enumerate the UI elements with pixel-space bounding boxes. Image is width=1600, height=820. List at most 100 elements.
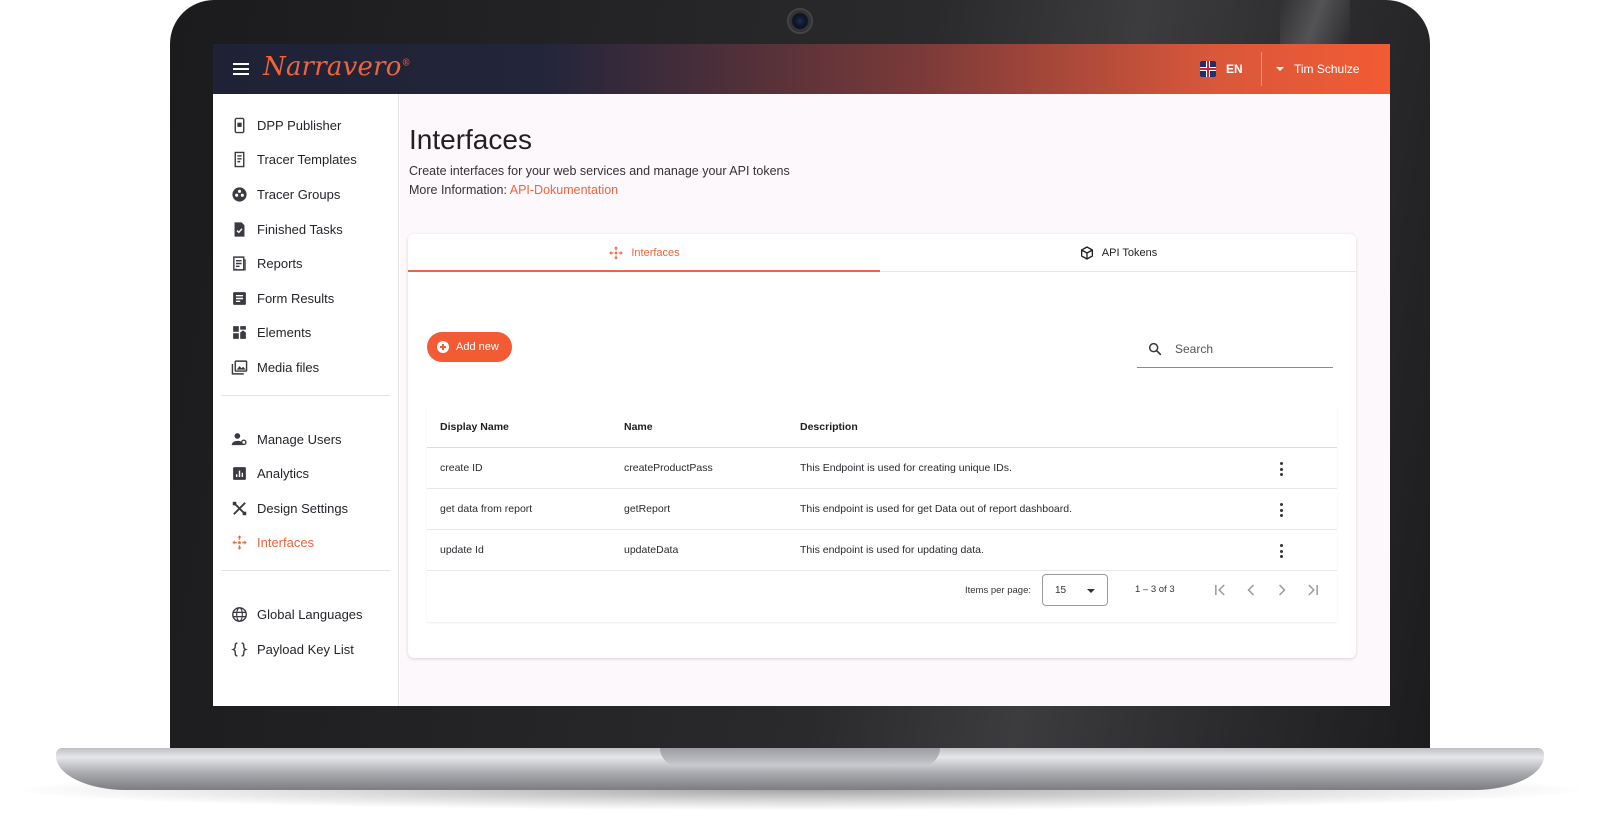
cell-display-name: update Id xyxy=(440,544,484,556)
task-check-icon xyxy=(234,221,245,237)
sidebar-item-media-files[interactable]: Media files xyxy=(213,350,398,385)
sidebar-group: Global Languages Payload Key List xyxy=(213,583,398,666)
tab-api-tokens-label: API Tokens xyxy=(1101,247,1158,259)
more-vert-icon[interactable] xyxy=(1272,460,1290,478)
form-icon xyxy=(233,291,246,305)
search-field xyxy=(1137,330,1333,368)
sidebar-item-dpp-publisher[interactable]: DPP Publisher xyxy=(213,108,398,143)
top-app-bar: Narravero® EN Tim Schulze xyxy=(213,44,1390,94)
sidebar-item-form-results[interactable]: Form Results xyxy=(213,281,398,316)
phone-icon xyxy=(234,117,245,134)
sidebar-item-label: DPP Publisher xyxy=(257,117,342,133)
interfaces-icon xyxy=(232,535,247,550)
table-header: Display Name Name Description xyxy=(427,406,1337,448)
tab-interfaces-label: Interfaces xyxy=(631,247,680,259)
cell-name: getReport xyxy=(624,503,671,515)
sidebar-item-global-languages[interactable]: Global Languages xyxy=(213,597,398,632)
tab-interfaces[interactable]: Interfaces xyxy=(408,234,880,272)
tab-api-tokens[interactable]: API Tokens xyxy=(880,234,1356,272)
laptop-mockup: Narravero® EN Tim Schulze DPP Publisher T… xyxy=(0,0,1600,820)
sidebar: DPP Publisher Tracer Templates Tracer Grou… xyxy=(213,94,399,706)
tab-bar: Interfaces API Tokens xyxy=(408,234,1356,272)
table-row[interactable]: get data from report getReport This endpoi… xyxy=(427,489,1337,530)
add-new-button[interactable]: Add new xyxy=(427,332,512,362)
sidebar-divider xyxy=(221,394,390,396)
menu-icon[interactable] xyxy=(229,57,253,81)
sidebar-item-label: Payload Key List xyxy=(257,641,354,657)
first-page-button[interactable] xyxy=(1210,580,1230,600)
sidebar-item-reports[interactable]: Reports xyxy=(213,246,398,281)
user-menu[interactable]: Tim Schulze xyxy=(1276,59,1360,79)
column-header-description[interactable]: Description xyxy=(800,406,858,447)
sidebar-item-manage-users[interactable]: Manage Users xyxy=(213,422,398,457)
items-per-page-value: 15 xyxy=(1055,585,1067,596)
sidebar-group: Manage Users Analytics Design Settings Inte… xyxy=(213,408,398,560)
more-vert-icon[interactable] xyxy=(1272,542,1290,560)
sidebar-item-label: Reports xyxy=(257,256,303,272)
search-input[interactable] xyxy=(1175,338,1325,360)
braces-icon xyxy=(231,641,248,657)
app-screen: Narravero® EN Tim Schulze DPP Publisher T… xyxy=(213,44,1390,706)
analytics-icon xyxy=(233,467,246,481)
chevron-right-icon xyxy=(1278,584,1286,596)
document-icon xyxy=(234,152,245,168)
language-code: EN xyxy=(1226,62,1243,76)
tools-icon xyxy=(232,501,247,515)
sidebar-item-payload-key-list[interactable]: Payload Key List xyxy=(213,632,398,667)
add-new-label: Add new xyxy=(456,341,499,353)
add-circle-icon xyxy=(437,341,449,353)
items-per-page-select[interactable]: 15 xyxy=(1042,574,1108,606)
active-tab-indicator xyxy=(408,270,880,272)
sidebar-item-label: Global Languages xyxy=(257,606,363,622)
paginator: Items per page: 15 1 – 3 of 3 xyxy=(427,574,1337,608)
sidebar-item-label: Tracer Groups xyxy=(257,186,341,202)
sidebar-item-finished-tasks[interactable]: Finished Tasks xyxy=(213,212,398,247)
dropdown-arrow-icon xyxy=(1087,589,1095,593)
topbar-divider xyxy=(1261,52,1262,86)
page-title: Interfaces xyxy=(409,124,532,155)
cube-icon xyxy=(1080,246,1093,260)
sidebar-item-label: Elements xyxy=(257,325,312,341)
next-page-button[interactable] xyxy=(1272,580,1292,600)
dashboard-icon xyxy=(233,326,246,340)
column-header-display-name[interactable]: Display Name xyxy=(440,406,509,447)
items-per-page-label: Items per page: xyxy=(965,585,1032,596)
narravero-logo[interactable]: Narravero® xyxy=(263,52,411,82)
chevron-down-icon xyxy=(1276,67,1284,71)
uk-flag-icon xyxy=(1200,61,1216,77)
interfaces-table: Display Name Name Description create ID c… xyxy=(427,406,1337,622)
column-header-name[interactable]: Name xyxy=(624,406,653,447)
language-selector[interactable]: EN xyxy=(1200,59,1243,79)
table-row[interactable]: update Id updateData This endpoint is used… xyxy=(427,530,1337,571)
cell-description: This endpoint is used for updating data. xyxy=(800,544,984,556)
previous-page-button[interactable] xyxy=(1241,580,1261,600)
more-vert-icon[interactable] xyxy=(1272,501,1290,519)
search-icon xyxy=(1148,342,1162,356)
sidebar-item-label: Tracer Templates xyxy=(257,152,357,168)
cell-name: updateData xyxy=(624,544,679,556)
sidebar-item-design-settings[interactable]: Design Settings xyxy=(213,491,398,526)
last-page-icon xyxy=(1308,584,1318,596)
globe-icon xyxy=(232,606,247,622)
chevron-left-icon xyxy=(1247,584,1255,596)
sidebar-item-label: Design Settings xyxy=(257,500,349,516)
first-page-icon xyxy=(1215,584,1225,596)
main-content: Interfaces Create interfaces for your we… xyxy=(400,94,1390,706)
sidebar-item-interfaces[interactable]: Interfaces xyxy=(213,526,398,561)
sidebar-group: DPP Publisher Tracer Templates Tracer Grou… xyxy=(213,94,398,385)
last-page-button[interactable] xyxy=(1303,580,1323,600)
sidebar-item-label: Media files xyxy=(257,359,320,375)
sidebar-item-tracer-groups[interactable]: Tracer Groups xyxy=(213,177,398,212)
api-documentation-link[interactable]: API-Dokumentation xyxy=(510,183,618,197)
logo-text: Narravero xyxy=(263,52,402,82)
sidebar-item-analytics[interactable]: Analytics xyxy=(213,456,398,491)
page-range-label: 1 – 3 of 3 xyxy=(1135,584,1175,595)
report-icon xyxy=(233,256,246,271)
cell-display-name: get data from report xyxy=(440,503,533,515)
table-row[interactable]: create ID createProductPass This Endpoint … xyxy=(427,448,1337,489)
sidebar-item-elements[interactable]: Elements xyxy=(213,316,398,351)
cell-description: This endpoint is used for get Data out o… xyxy=(800,503,1073,515)
photo-library-icon xyxy=(231,360,248,375)
laptop-base-notch xyxy=(660,748,940,766)
sidebar-item-tracer-templates[interactable]: Tracer Templates xyxy=(213,143,398,178)
